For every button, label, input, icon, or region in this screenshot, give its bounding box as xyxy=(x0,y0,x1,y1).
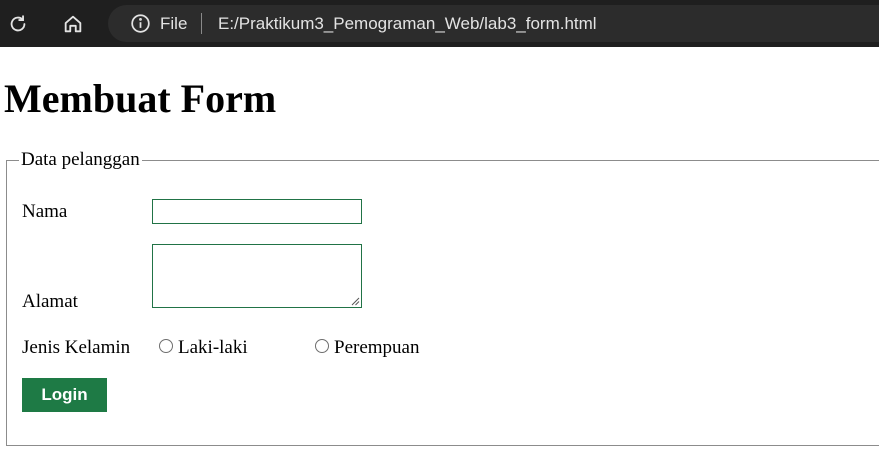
home-icon xyxy=(64,15,82,33)
address-bar[interactable]: File E:/Praktikum3_Pemograman_Web/lab3_f… xyxy=(108,5,879,42)
alamat-textarea[interactable] xyxy=(152,244,362,308)
address-separator xyxy=(201,13,202,34)
radio-label-laki-laki: Laki-laki xyxy=(178,337,248,358)
radio-label-perempuan: Perempuan xyxy=(334,337,420,358)
radio-laki-laki[interactable] xyxy=(159,339,173,353)
url-text[interactable]: E:/Praktikum3_Pemograman_Web/lab3_form.h… xyxy=(218,13,597,34)
reload-button[interactable] xyxy=(2,8,34,40)
browser-toolbar: File E:/Praktikum3_Pemograman_Web/lab3_f… xyxy=(0,0,879,47)
login-button[interactable]: Login xyxy=(22,378,107,412)
reload-icon xyxy=(10,15,26,32)
page-title: Membuat Form xyxy=(4,76,277,121)
info-icon[interactable] xyxy=(130,13,151,34)
fieldset-legend: Data pelanggan xyxy=(19,149,142,171)
alamat-label: Alamat xyxy=(22,291,78,312)
resize-grip-icon[interactable] xyxy=(351,297,360,306)
nama-input[interactable] xyxy=(152,199,362,224)
jenis-kelamin-label: Jenis Kelamin xyxy=(22,337,131,358)
customer-fieldset: Data pelanggan Nama Alamat Jenis Kelamin… xyxy=(6,149,879,446)
home-button[interactable] xyxy=(57,8,89,40)
file-scheme-label: File xyxy=(160,14,188,33)
nama-label: Nama xyxy=(22,201,68,222)
radio-perempuan[interactable] xyxy=(315,339,329,353)
